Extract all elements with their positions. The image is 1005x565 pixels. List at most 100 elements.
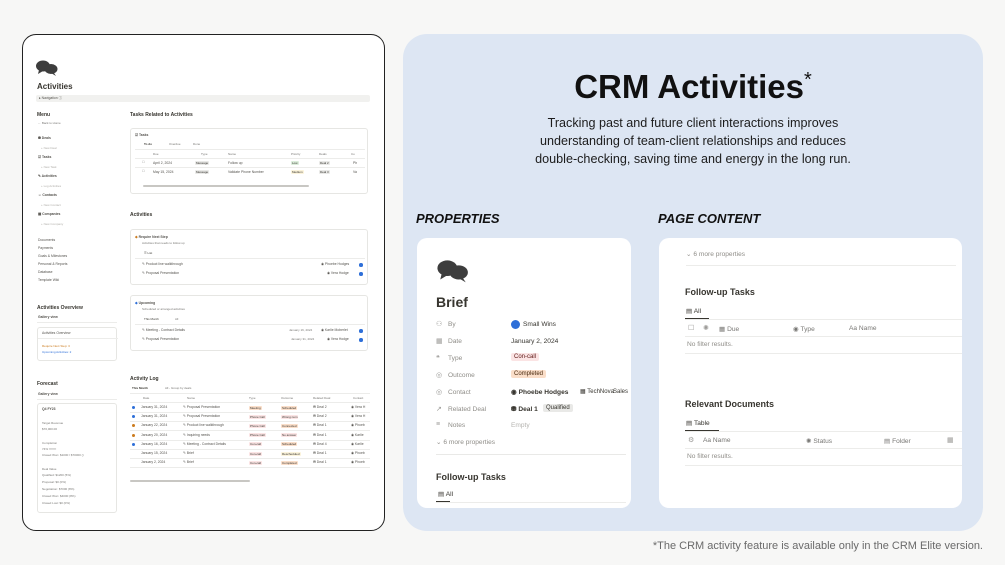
forecast-card[interactable]: Q4 FY23 Target Revenue $70,000.00 Comple…: [37, 403, 117, 513]
col-folder: ▤ Folder: [884, 438, 911, 445]
followup-heading: Follow-up Tasks: [685, 287, 755, 297]
prop-label-outcome: Outcome: [448, 372, 475, 379]
prop-value-date[interactable]: January 2, 2024: [511, 338, 558, 345]
require-next-step-title: ◆ Require Next Step: [135, 235, 168, 239]
notes-icon: ≡: [436, 421, 441, 428]
record-title: Brief: [436, 294, 468, 310]
prop-label-date: Date: [448, 338, 462, 345]
feature-title: CRM Activities*: [574, 68, 812, 105]
target-value: $70,000.00: [42, 427, 58, 431]
upcoming-box: ◆ Upcoming Scheduled or arranged activit…: [130, 295, 368, 351]
feature-description: Tracking past and future client interact…: [535, 116, 851, 166]
menu-item-tasks[interactable]: ☑ Tasks: [38, 155, 51, 159]
log-col-outcome: Outcome: [281, 396, 294, 400]
menu-item-activities[interactable]: ✎ Activities: [38, 174, 57, 178]
menu-item-companies[interactable]: ▦ Companies: [38, 212, 60, 216]
documents-heading: Relevant Documents: [685, 399, 775, 409]
feature-panel: CRM Activities* Tracking past and future…: [403, 34, 983, 531]
log-col-contact: Contact: [353, 396, 364, 400]
target-label: Target Revenue: [42, 421, 64, 425]
col-due: ▦ Due: [719, 326, 740, 333]
all-view-tab[interactable]: ▤ All: [438, 490, 453, 498]
menu-link-goals[interactable]: Goals & Milestones: [38, 254, 67, 258]
activities-heading: Activities: [130, 212, 153, 218]
tab-overdue[interactable]: Overdue: [169, 143, 181, 146]
checkbox-icon: ☐: [688, 325, 695, 332]
menu-item-contacts[interactable]: ☺ Contacts: [38, 193, 57, 197]
log-col-name: Name: [187, 396, 196, 400]
prop-value-notes[interactable]: Empty: [511, 422, 530, 429]
forecast-gallery-tab[interactable]: Gallery view: [38, 392, 58, 396]
footnote: *The CRM activity feature is available o…: [652, 540, 983, 552]
prop-value-by[interactable]: Small Wins: [523, 321, 556, 328]
prop-value-deal[interactable]: ⛃ Deal 1: [511, 405, 538, 413]
log-activities-link[interactable]: + Log Activities: [41, 185, 61, 188]
prop-value-company[interactable]: ▦ TechNova: [580, 388, 614, 395]
more-properties-toggle[interactable]: ⌄ 6 more properties: [436, 438, 495, 446]
empty-state: No filter results.: [687, 341, 733, 348]
activities-page-preview: Activities ▸ Navigation ⓘ Menu ← Back to…: [22, 34, 385, 531]
col-doc-name: Aa Name: [703, 437, 731, 444]
deal-stage-row: Closed Won: $4000 (8%): [42, 494, 76, 498]
gallery-view-tab[interactable]: Gallery view: [38, 315, 58, 319]
tasks-db-title: ☑ Tasks: [135, 133, 149, 137]
menu-item-deals[interactable]: ⛃ Deals: [38, 136, 51, 140]
deal-stage-row: Closed Lost: $0 (0%): [42, 501, 71, 505]
require-next-step-box: ◆ Require Next Step Activities that need…: [130, 229, 368, 285]
this-month-tab[interactable]: This Month: [144, 318, 159, 321]
tasks-database: ☑ Tasks To do Overdue Done Due Type Name…: [130, 128, 368, 194]
page-content-card: ⌄ 6 more properties Follow-up Tasks ▤ Al…: [659, 238, 962, 508]
menu-link-documents[interactable]: Documents: [38, 238, 55, 242]
new-task-link[interactable]: + New Task: [41, 166, 57, 169]
list-view-tab[interactable]: ☰ List: [144, 252, 152, 255]
log-this-month-tab[interactable]: This Month: [132, 387, 148, 390]
prop-value-contact[interactable]: ◉ Phoebe Hodges: [511, 388, 568, 396]
overview-line: Require Next Step: 3: [42, 344, 70, 348]
prop-label-by: By: [448, 321, 456, 328]
col-name: Aa Name: [849, 325, 877, 332]
grid-icon: ▦: [947, 437, 954, 444]
prop-value-outcome[interactable]: Completed: [511, 370, 547, 378]
log-col-date: Date: [143, 396, 150, 400]
log-group-by-tab[interactable]: All - Group by deals: [165, 387, 191, 390]
table-view-tab[interactable]: ▤ Table: [686, 419, 710, 427]
menu-heading: Menu: [37, 112, 51, 118]
overview-card[interactable]: Activities Overview Require Next Step: 3…: [37, 327, 118, 361]
avatar: [511, 320, 520, 329]
chat-bubbles-icon: [36, 60, 58, 76]
log-scrollbar[interactable]: [130, 480, 250, 482]
navigation-toggle[interactable]: ▸ Navigation ⓘ: [36, 95, 370, 102]
back-home-link[interactable]: ← Back to Home: [38, 122, 61, 125]
new-contact-link[interactable]: + New Contact: [41, 204, 61, 207]
loader-icon: ✺: [703, 325, 709, 332]
properties-heading: PROPERTIES: [416, 211, 500, 226]
menu-link-template-wiki[interactable]: Template Wiki: [38, 278, 59, 282]
forecast-heading: Forecast: [37, 381, 58, 387]
col-priority: Priority: [291, 152, 301, 156]
overview-card-title: Activities Overview: [42, 331, 71, 335]
horizontal-scrollbar[interactable]: [143, 185, 309, 187]
new-company-link[interactable]: + New Company: [41, 223, 63, 226]
gear-icon: ⚙: [688, 437, 695, 444]
followup-all-tab[interactable]: ▤ All: [686, 307, 701, 315]
col-contact: Co: [351, 152, 355, 156]
chat-bubbles-icon: [437, 260, 468, 283]
empty-state: No filter results.: [687, 453, 733, 460]
menu-link-database[interactable]: Database: [38, 270, 53, 274]
log-col-type: Type: [249, 396, 256, 400]
prop-value-type[interactable]: Con-call: [511, 353, 540, 361]
tab-done[interactable]: Done: [193, 143, 200, 146]
new-deal-link[interactable]: + New Deal: [41, 147, 57, 150]
menu-link-reports[interactable]: Personal & Reports: [38, 262, 67, 266]
prop-label-deal: Related Deal: [448, 406, 487, 413]
more-properties-toggle[interactable]: ⌄ 6 more properties: [686, 250, 745, 258]
tab-to-do[interactable]: To do: [144, 143, 152, 146]
box-description: Activities that needs to follow up: [142, 241, 185, 245]
all-tab[interactable]: All: [175, 318, 178, 321]
log-col-deal: Related Deal: [313, 396, 331, 400]
completion-label: Completion: [42, 441, 58, 445]
prop-label-type: Type: [448, 355, 463, 362]
overview-line: Upcoming Activities: 2: [42, 350, 72, 354]
menu-link-payments[interactable]: Payments: [38, 246, 53, 250]
deal-status-tag: Qualified: [543, 404, 573, 412]
